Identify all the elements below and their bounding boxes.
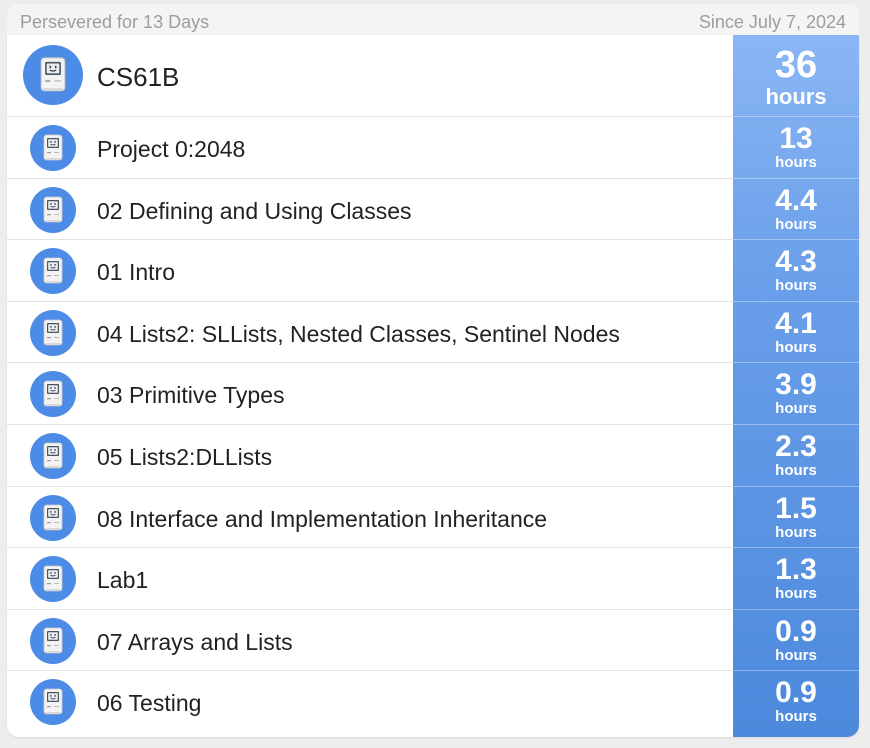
list-item-label: 02 Defining and Using Classes — [97, 197, 412, 224]
item-hours-unit: hours — [775, 400, 817, 418]
classic-mac-icon — [30, 371, 76, 418]
list-item[interactable]: 03 Primitive Types 3.9 hours — [7, 363, 859, 425]
item-hours: 4.4 hours — [733, 183, 859, 233]
classic-mac-icon — [30, 494, 76, 541]
total-hours: 36 hours — [733, 46, 859, 108]
classic-mac-icon — [30, 186, 76, 233]
item-hours-value: 4.1 — [775, 306, 817, 340]
list-item-label: 08 Interface and Implementation Inherita… — [97, 505, 548, 532]
item-hours-unit: hours — [775, 338, 817, 356]
item-hours-unit: hours — [775, 277, 817, 295]
list-item-label: 07 Arrays and Lists — [97, 628, 293, 655]
list-item-label: 01 Intro — [97, 259, 175, 286]
item-hours-value: 0.9 — [775, 614, 817, 648]
item-hours-value: 3.9 — [775, 368, 817, 402]
item-hours: 4.1 hours — [733, 306, 859, 356]
list-item[interactable]: 04 Lists2: SLLists, Nested Classes, Sent… — [7, 302, 859, 364]
item-hours: 1.3 hours — [733, 553, 859, 603]
item-hours-unit: hours — [775, 523, 817, 541]
item-hours-unit: hours — [775, 708, 817, 726]
total-hours-unit: hours — [765, 84, 827, 109]
list-item[interactable]: Project 0:2048 13 hours — [7, 117, 859, 179]
list-item[interactable]: 02 Defining and Using Classes 4.4 hours — [7, 179, 859, 241]
item-hours: 2.3 hours — [733, 430, 859, 479]
list-item[interactable]: 08 Interface and Implementation Inherita… — [7, 487, 859, 549]
list-item-label: 04 Lists2: SLLists, Nested Classes, Sent… — [97, 320, 620, 347]
item-hours-value: 0.9 — [775, 676, 817, 710]
item-hours: 13 hours — [733, 122, 859, 171]
classic-mac-icon — [30, 248, 76, 295]
list-item[interactable]: 05 Lists2:DLLists 2.3 hours — [7, 425, 859, 487]
item-hours-unit: hours — [775, 646, 817, 664]
item-hours: 1.5 hours — [733, 491, 859, 541]
project-title: CS61B — [97, 62, 180, 92]
item-hours-value: 13 — [779, 122, 813, 155]
streak-text: Persevered for 13 Days — [20, 12, 210, 32]
item-hours-unit: hours — [775, 585, 817, 603]
item-hours: 0.9 hours — [733, 614, 859, 664]
time-list-card: CS61B 36 hours Project 0:2048 13 hours 02 Defi… — [7, 35, 859, 737]
classic-mac-icon — [30, 679, 76, 726]
item-hours-value: 1.3 — [775, 553, 817, 587]
item-hours: 0.9 hours — [733, 676, 859, 726]
classic-mac-icon — [30, 617, 76, 664]
classic-mac-icon — [30, 556, 76, 603]
list-item[interactable]: Lab1 1.3 hours — [7, 548, 859, 610]
list-item[interactable]: 07 Arrays and Lists 0.9 hours — [7, 610, 859, 672]
item-hours: 3.9 hours — [733, 368, 859, 418]
item-hours-value: 4.4 — [775, 183, 817, 217]
classic-mac-icon — [30, 309, 76, 356]
list-item-label: 03 Primitive Types — [97, 382, 285, 409]
classic-mac-icon — [23, 45, 83, 105]
widget-header: Persevered for 13 Days Since July 7, 202… — [7, 4, 859, 38]
list-item-label: Lab1 — [97, 567, 149, 594]
list-item-label: 05 Lists2:DLLists — [97, 444, 273, 470]
item-hours: 4.3 hours — [733, 245, 859, 295]
list-item-label: Project 0:2048 — [97, 136, 246, 162]
total-hours-value: 36 — [774, 44, 818, 86]
classic-mac-icon — [30, 125, 76, 171]
classic-mac-icon — [30, 433, 76, 479]
item-hours-value: 1.5 — [775, 491, 817, 525]
list-item[interactable]: 01 Intro 4.3 hours — [7, 240, 859, 302]
item-hours-unit: hours — [775, 462, 817, 479]
item-hours-value: 2.3 — [775, 430, 817, 463]
item-hours-value: 4.3 — [775, 245, 817, 279]
item-hours-unit: hours — [775, 154, 817, 171]
since-date: Since July 7, 2024 — [698, 12, 846, 32]
item-hours-unit: hours — [775, 215, 817, 233]
list-item-label: 06 Testing — [97, 690, 202, 717]
total-row[interactable]: CS61B 36 hours — [7, 35, 859, 117]
list-item[interactable]: 06 Testing 0.9 hours — [7, 671, 859, 733]
